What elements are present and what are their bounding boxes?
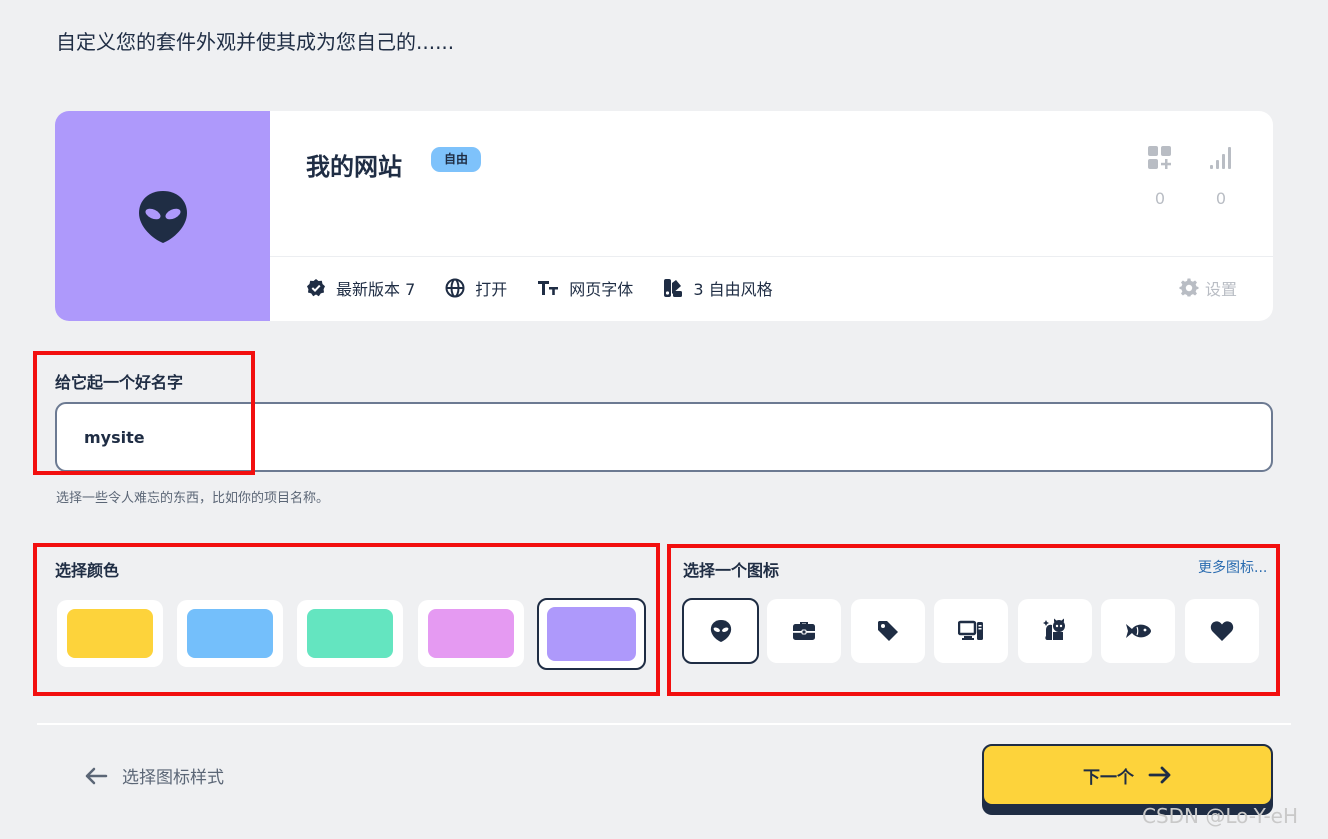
watermark: CSDN @Lo-Y-eH (1142, 804, 1299, 828)
devices-icon (958, 620, 983, 640)
version-label: 最新版本 7 (336, 280, 416, 299)
briefcase-icon (793, 622, 815, 640)
style-info: 3 自由风格 (663, 276, 773, 300)
traffic-stat: 0 (1201, 145, 1241, 208)
tag-icon (878, 621, 898, 641)
swatch-fill (67, 609, 153, 658)
arrow-right-icon (1148, 766, 1171, 784)
visibility-info: 打开 (445, 276, 507, 300)
widgets-stat: 0 (1140, 145, 1180, 208)
next-label: 下一个 (1083, 767, 1134, 788)
font-info: 网页字体 (537, 276, 633, 300)
add-widget-icon (1148, 146, 1171, 169)
icon-option-fish[interactable] (1101, 599, 1175, 663)
intro-text: 自定义您的套件外观并使其成为您自己的...... (56, 30, 455, 54)
more-icons-link[interactable]: 更多图标... (1198, 557, 1267, 577)
widgets-count: 0 (1154, 189, 1166, 208)
color-swatch-green[interactable] (297, 600, 403, 667)
font-label: 网页字体 (569, 280, 634, 299)
color-swatch-pink[interactable] (418, 600, 524, 667)
alien-icon (139, 191, 187, 243)
cat-icon (1043, 618, 1065, 640)
icon-option-heart[interactable] (1185, 599, 1259, 663)
visibility-label: 打开 (475, 280, 508, 299)
swatch-fill (428, 609, 514, 658)
icon-option-briefcase[interactable] (767, 599, 841, 663)
kit-meta: 最新版本 7 打开 网页字体 3 自由风格 (306, 276, 803, 300)
arrow-left-icon (85, 767, 108, 784)
globe-icon (445, 278, 465, 298)
icon-option-alien[interactable] (682, 598, 759, 664)
settings-button[interactable]: 设置 (1179, 276, 1237, 300)
plan-badge: 自由 (431, 147, 482, 172)
icon-option-tag[interactable] (851, 599, 925, 663)
swatch-fill (307, 609, 393, 658)
card-divider (270, 256, 1273, 257)
next-button[interactable]: 下一个 (982, 744, 1273, 806)
settings-label: 设置 (1204, 280, 1237, 299)
swatch-fill (187, 609, 273, 658)
heart-icon (1210, 621, 1234, 641)
highlight-box-name (33, 351, 255, 475)
version-info: 最新版本 7 (306, 276, 415, 300)
fish-icon (1126, 624, 1151, 638)
kit-thumbnail (55, 111, 270, 321)
verified-badge-icon (307, 279, 325, 297)
color-swatch-yellow[interactable] (57, 600, 163, 667)
kit-title: 我的网站 (306, 153, 402, 181)
icon-option-cat[interactable] (1018, 599, 1092, 663)
color-section-label: 选择颜色 (55, 561, 120, 580)
font-icon (538, 281, 559, 295)
kit-preview-card: 我的网站 自由 0 0 最新版本 7 打开 网页字体 3 自由风格 设置 (55, 111, 1273, 321)
alien-icon (710, 620, 731, 642)
back-label: 选择图标样式 (122, 768, 224, 788)
swatch-fill (547, 607, 636, 661)
name-field-hint: 选择一些令人难忘的东西，比如你的项目名称。 (56, 491, 330, 506)
traffic-count: 0 (1215, 189, 1227, 208)
icon-option-devices[interactable] (934, 599, 1008, 663)
icon-section-label: 选择一个图标 (683, 561, 780, 580)
style-swatch-icon (664, 279, 683, 297)
style-label: 3 自由风格 (693, 280, 773, 299)
gear-icon (1179, 278, 1199, 297)
color-swatch-blue[interactable] (177, 600, 283, 667)
back-button[interactable]: 选择图标样式 (84, 763, 224, 788)
signal-bars-icon (1210, 147, 1231, 169)
color-swatch-purple[interactable] (537, 598, 646, 670)
footer-divider (37, 723, 1291, 725)
